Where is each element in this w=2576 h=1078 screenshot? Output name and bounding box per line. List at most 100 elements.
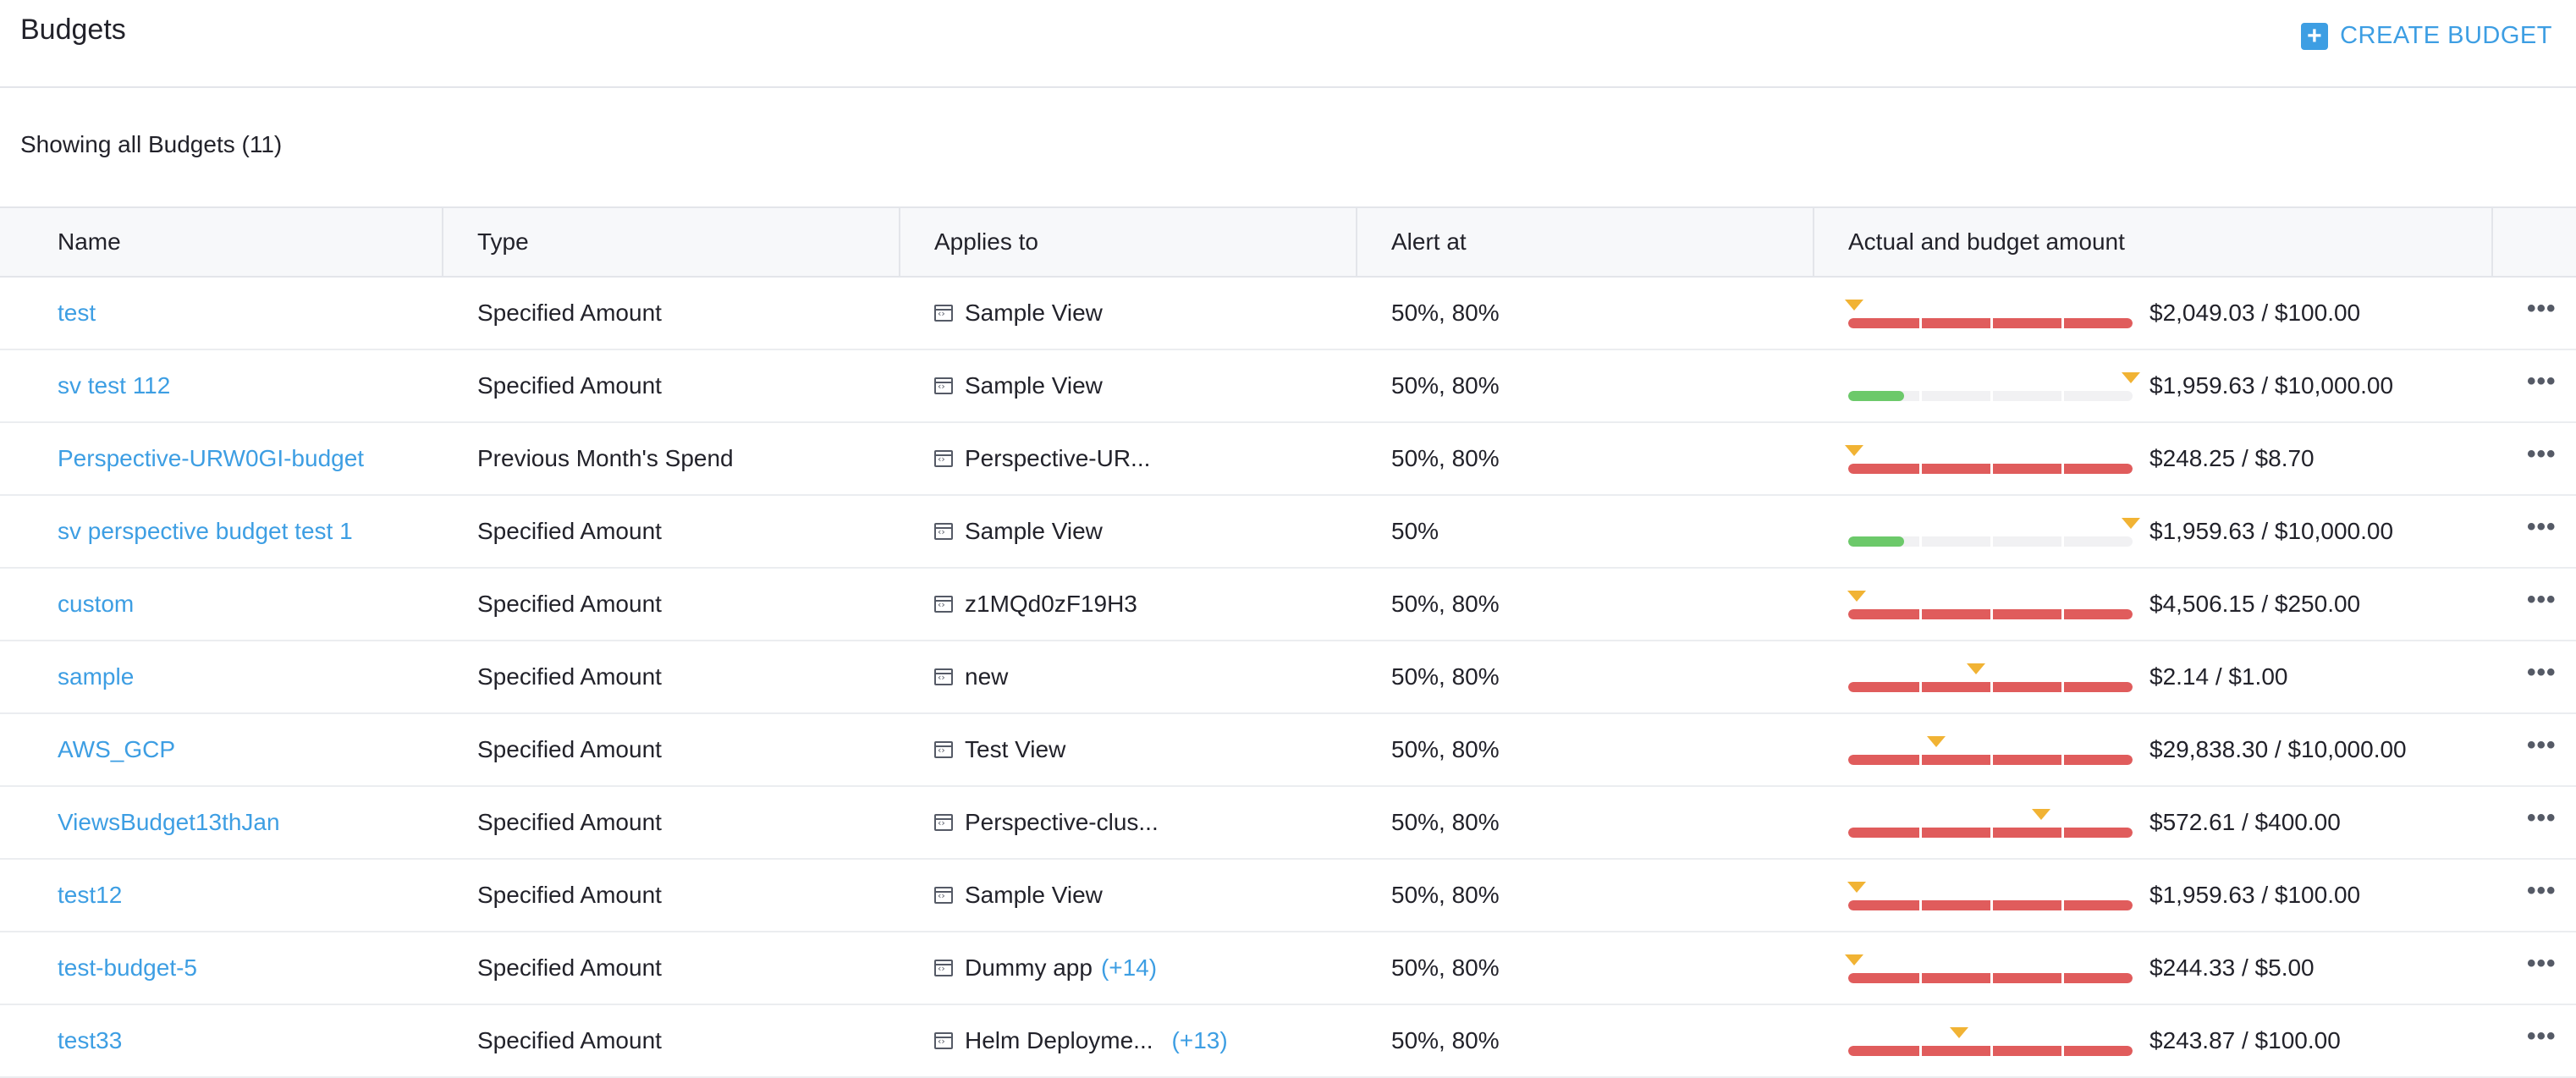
column-header-actions — [2493, 208, 2576, 276]
progress-segment-divider — [2061, 464, 2064, 474]
applies-to-label: z1MQd0zF19H3 — [965, 591, 1137, 617]
more-options-icon[interactable]: ••• — [2527, 733, 2557, 758]
more-options-icon[interactable]: ••• — [2527, 296, 2557, 322]
cell-name: Perspective-URW0GI-budget — [0, 423, 443, 494]
budget-name-link[interactable]: ViewsBudget13thJan — [58, 809, 280, 836]
cell-amount: $1,959.63 / $10,000.00 — [1814, 496, 2493, 567]
more-options-icon[interactable]: ••• — [2527, 587, 2557, 613]
cell-actions: ••• — [2493, 1005, 2576, 1076]
create-budget-button[interactable]: + CREATE BUDGET — [2301, 22, 2552, 50]
table-row[interactable]: sample Specified Amount new 50%, 80% $2.14 /… — [0, 641, 2576, 714]
cell-applies-to: Helm Deployme... (+13) — [900, 1005, 1357, 1076]
more-options-icon[interactable]: ••• — [2527, 878, 2557, 904]
budget-name-link[interactable]: test — [58, 300, 96, 327]
budget-name-link[interactable]: test-budget-5 — [58, 954, 197, 982]
progress-segment-divider — [1990, 900, 1993, 910]
cell-amount: $243.87 / $100.00 — [1814, 1005, 2493, 1076]
applies-to-label: Test View — [965, 736, 1066, 762]
perspective-view-icon — [934, 305, 953, 322]
budget-name-link[interactable]: test12 — [58, 882, 122, 909]
budget-name-link[interactable]: custom — [58, 591, 134, 618]
more-options-icon[interactable]: ••• — [2527, 951, 2557, 976]
table-row[interactable]: test12 Specified Amount Sample View 50%, 80… — [0, 860, 2576, 932]
table-row[interactable]: AWS_GCP Specified Amount Test View 50%, 80%… — [0, 714, 2576, 787]
cell-type: Specified Amount — [477, 663, 662, 690]
cell-actions: ••• — [2493, 496, 2576, 567]
cell-applies-to: Sample View — [900, 496, 1357, 567]
more-options-icon[interactable]: ••• — [2527, 369, 2557, 394]
perspective-view-icon — [934, 814, 953, 831]
cell-applies-to: Sample View — [900, 860, 1357, 931]
budget-name-link[interactable]: AWS_GCP — [58, 736, 175, 763]
table-row[interactable]: sv test 112 Specified Amount Sample View 50… — [0, 350, 2576, 423]
budget-name-link[interactable]: sv test 112 — [58, 372, 170, 399]
column-header-name[interactable]: Name — [0, 208, 443, 276]
applies-to-label: Perspective-clus... — [965, 809, 1159, 835]
more-options-icon[interactable]: ••• — [2527, 806, 2557, 831]
budgets-table: Name Type Applies to Alert at Actual and… — [0, 206, 2576, 1078]
applies-to-more-link[interactable]: (+14) — [1101, 954, 1157, 982]
cell-name: AWS_GCP — [0, 714, 443, 785]
table-row[interactable]: test33 Specified Amount Helm Deployme... (+… — [0, 1005, 2576, 1078]
budget-name-link[interactable]: sample — [58, 663, 134, 690]
table-row[interactable]: ViewsBudget13thJan Specified Amount Perspe… — [0, 787, 2576, 860]
column-header-applies-to[interactable]: Applies to — [900, 208, 1357, 276]
actual-budget-amount: $248.25 / $8.70 — [2149, 445, 2315, 471]
cell-applies-to: Perspective-clus... — [900, 787, 1357, 858]
cell-amount: $2.14 / $1.00 — [1814, 641, 2493, 712]
forecast-marker-icon — [1847, 882, 1867, 893]
more-options-icon[interactable]: ••• — [2527, 1024, 2557, 1049]
cell-type: Specified Amount — [477, 882, 662, 908]
cell-type: Specified Amount — [477, 591, 662, 617]
cell-alert-at: 50%, 80% — [1391, 882, 1500, 908]
forecast-marker-icon — [1927, 736, 1946, 747]
progress-segment-divider — [1919, 464, 1922, 474]
more-options-icon[interactable]: ••• — [2527, 660, 2557, 685]
perspective-view-icon — [934, 887, 953, 904]
column-header-type[interactable]: Type — [443, 208, 900, 276]
progress-segment-divider — [2061, 318, 2064, 328]
applies-to-label: Sample View — [965, 300, 1103, 326]
progress-track — [1848, 973, 2133, 983]
progress-track — [1848, 318, 2133, 328]
cell-amount: $248.25 / $8.70 — [1814, 423, 2493, 494]
progress-segment-divider — [1990, 464, 1993, 474]
progress-fill — [1848, 536, 1904, 547]
more-options-icon[interactable]: ••• — [2527, 442, 2557, 467]
table-row[interactable]: test Specified Amount Sample View 50%, 80% $… — [0, 278, 2576, 350]
budget-name-link[interactable]: sv perspective budget test 1 — [58, 518, 353, 545]
forecast-marker-icon — [1950, 1027, 1969, 1038]
more-options-icon[interactable]: ••• — [2527, 514, 2557, 540]
cell-alert-at: 50%, 80% — [1391, 954, 1500, 981]
cell-actions: ••• — [2493, 569, 2576, 640]
applies-to-more-link[interactable]: (+13) — [1172, 1027, 1228, 1054]
cell-type: Previous Month's Spend — [477, 445, 734, 471]
applies-to-label: Sample View — [965, 372, 1103, 399]
cell-name: test — [0, 278, 443, 349]
table-row[interactable]: sv perspective budget test 1 Specified Am… — [0, 496, 2576, 569]
cell-type: Specified Amount — [477, 372, 662, 399]
cell-name: ViewsBudget13thJan — [0, 787, 443, 858]
progress-segment-divider — [1919, 828, 1922, 838]
budget-name-link[interactable]: test33 — [58, 1027, 122, 1054]
table-row[interactable]: custom Specified Amount z1MQd0zF19H3 50%, 8… — [0, 569, 2576, 641]
page-title: Budgets — [20, 14, 126, 46]
progress-track — [1848, 536, 2133, 547]
table-body: test Specified Amount Sample View 50%, 80% $… — [0, 278, 2576, 1078]
progress-track — [1848, 391, 2133, 401]
applies-to-label: new — [965, 663, 1009, 690]
column-header-alert-at[interactable]: Alert at — [1357, 208, 1814, 276]
table-row[interactable]: Perspective-URW0GI-budget Previous Month'… — [0, 423, 2576, 496]
progress-segment-divider — [2061, 900, 2064, 910]
forecast-marker-icon — [1844, 445, 1863, 456]
applies-to-label: Helm Deployme... — [965, 1027, 1153, 1053]
perspective-view-icon — [934, 668, 953, 685]
progress-track — [1848, 682, 2133, 692]
page-header: Budgets + CREATE BUDGET — [0, 0, 2576, 88]
table-row[interactable]: test-budget-5 Specified Amount Dummy app (+… — [0, 932, 2576, 1005]
cell-alert-at: 50%, 80% — [1391, 663, 1500, 690]
cell-applies-to: Test View — [900, 714, 1357, 785]
budget-name-link[interactable]: Perspective-URW0GI-budget — [58, 445, 364, 472]
column-header-amount[interactable]: Actual and budget amount — [1814, 208, 2493, 276]
cell-applies-to: Sample View — [900, 278, 1357, 349]
